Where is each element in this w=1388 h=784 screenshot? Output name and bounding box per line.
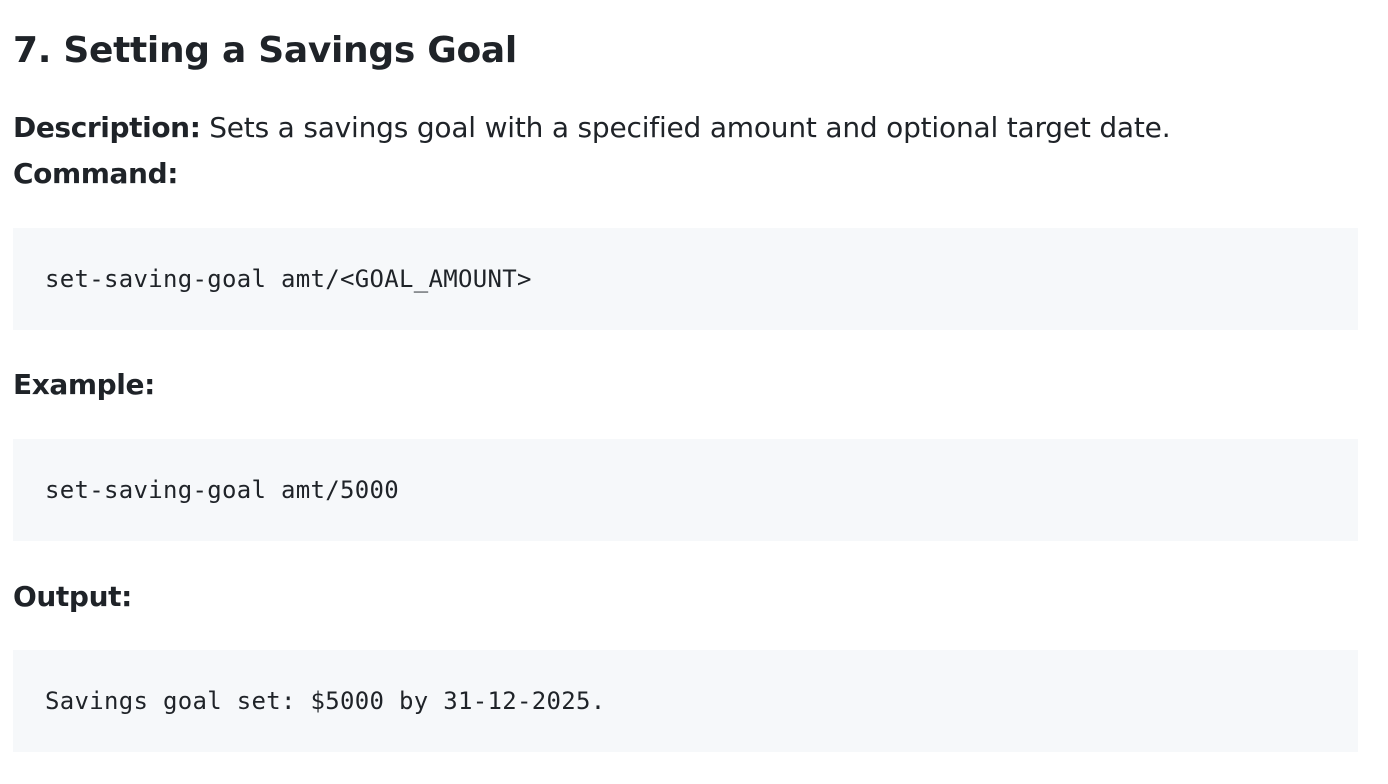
example-label: Example:: [13, 368, 155, 401]
section-heading: 7. Setting a Savings Goal: [13, 30, 517, 71]
example-code-block: set-saving-goal amt/5000: [13, 439, 1358, 541]
output-label: Output:: [13, 580, 132, 613]
output-code-block: Savings goal set: $5000 by 31-12-2025.: [13, 650, 1358, 752]
command-code-block: set-saving-goal amt/<GOAL_AMOUNT>: [13, 228, 1358, 330]
output-code: Savings goal set: $5000 by 31-12-2025.: [45, 687, 606, 715]
command-code: set-saving-goal amt/<GOAL_AMOUNT>: [45, 265, 532, 293]
example-code: set-saving-goal amt/5000: [45, 476, 399, 504]
description-label: Description:: [13, 111, 201, 144]
command-label: Command:: [13, 157, 179, 190]
description-text: Sets a savings goal with a specified amo…: [200, 111, 1171, 144]
description-paragraph: Description: Sets a savings goal with a …: [13, 108, 1171, 148]
